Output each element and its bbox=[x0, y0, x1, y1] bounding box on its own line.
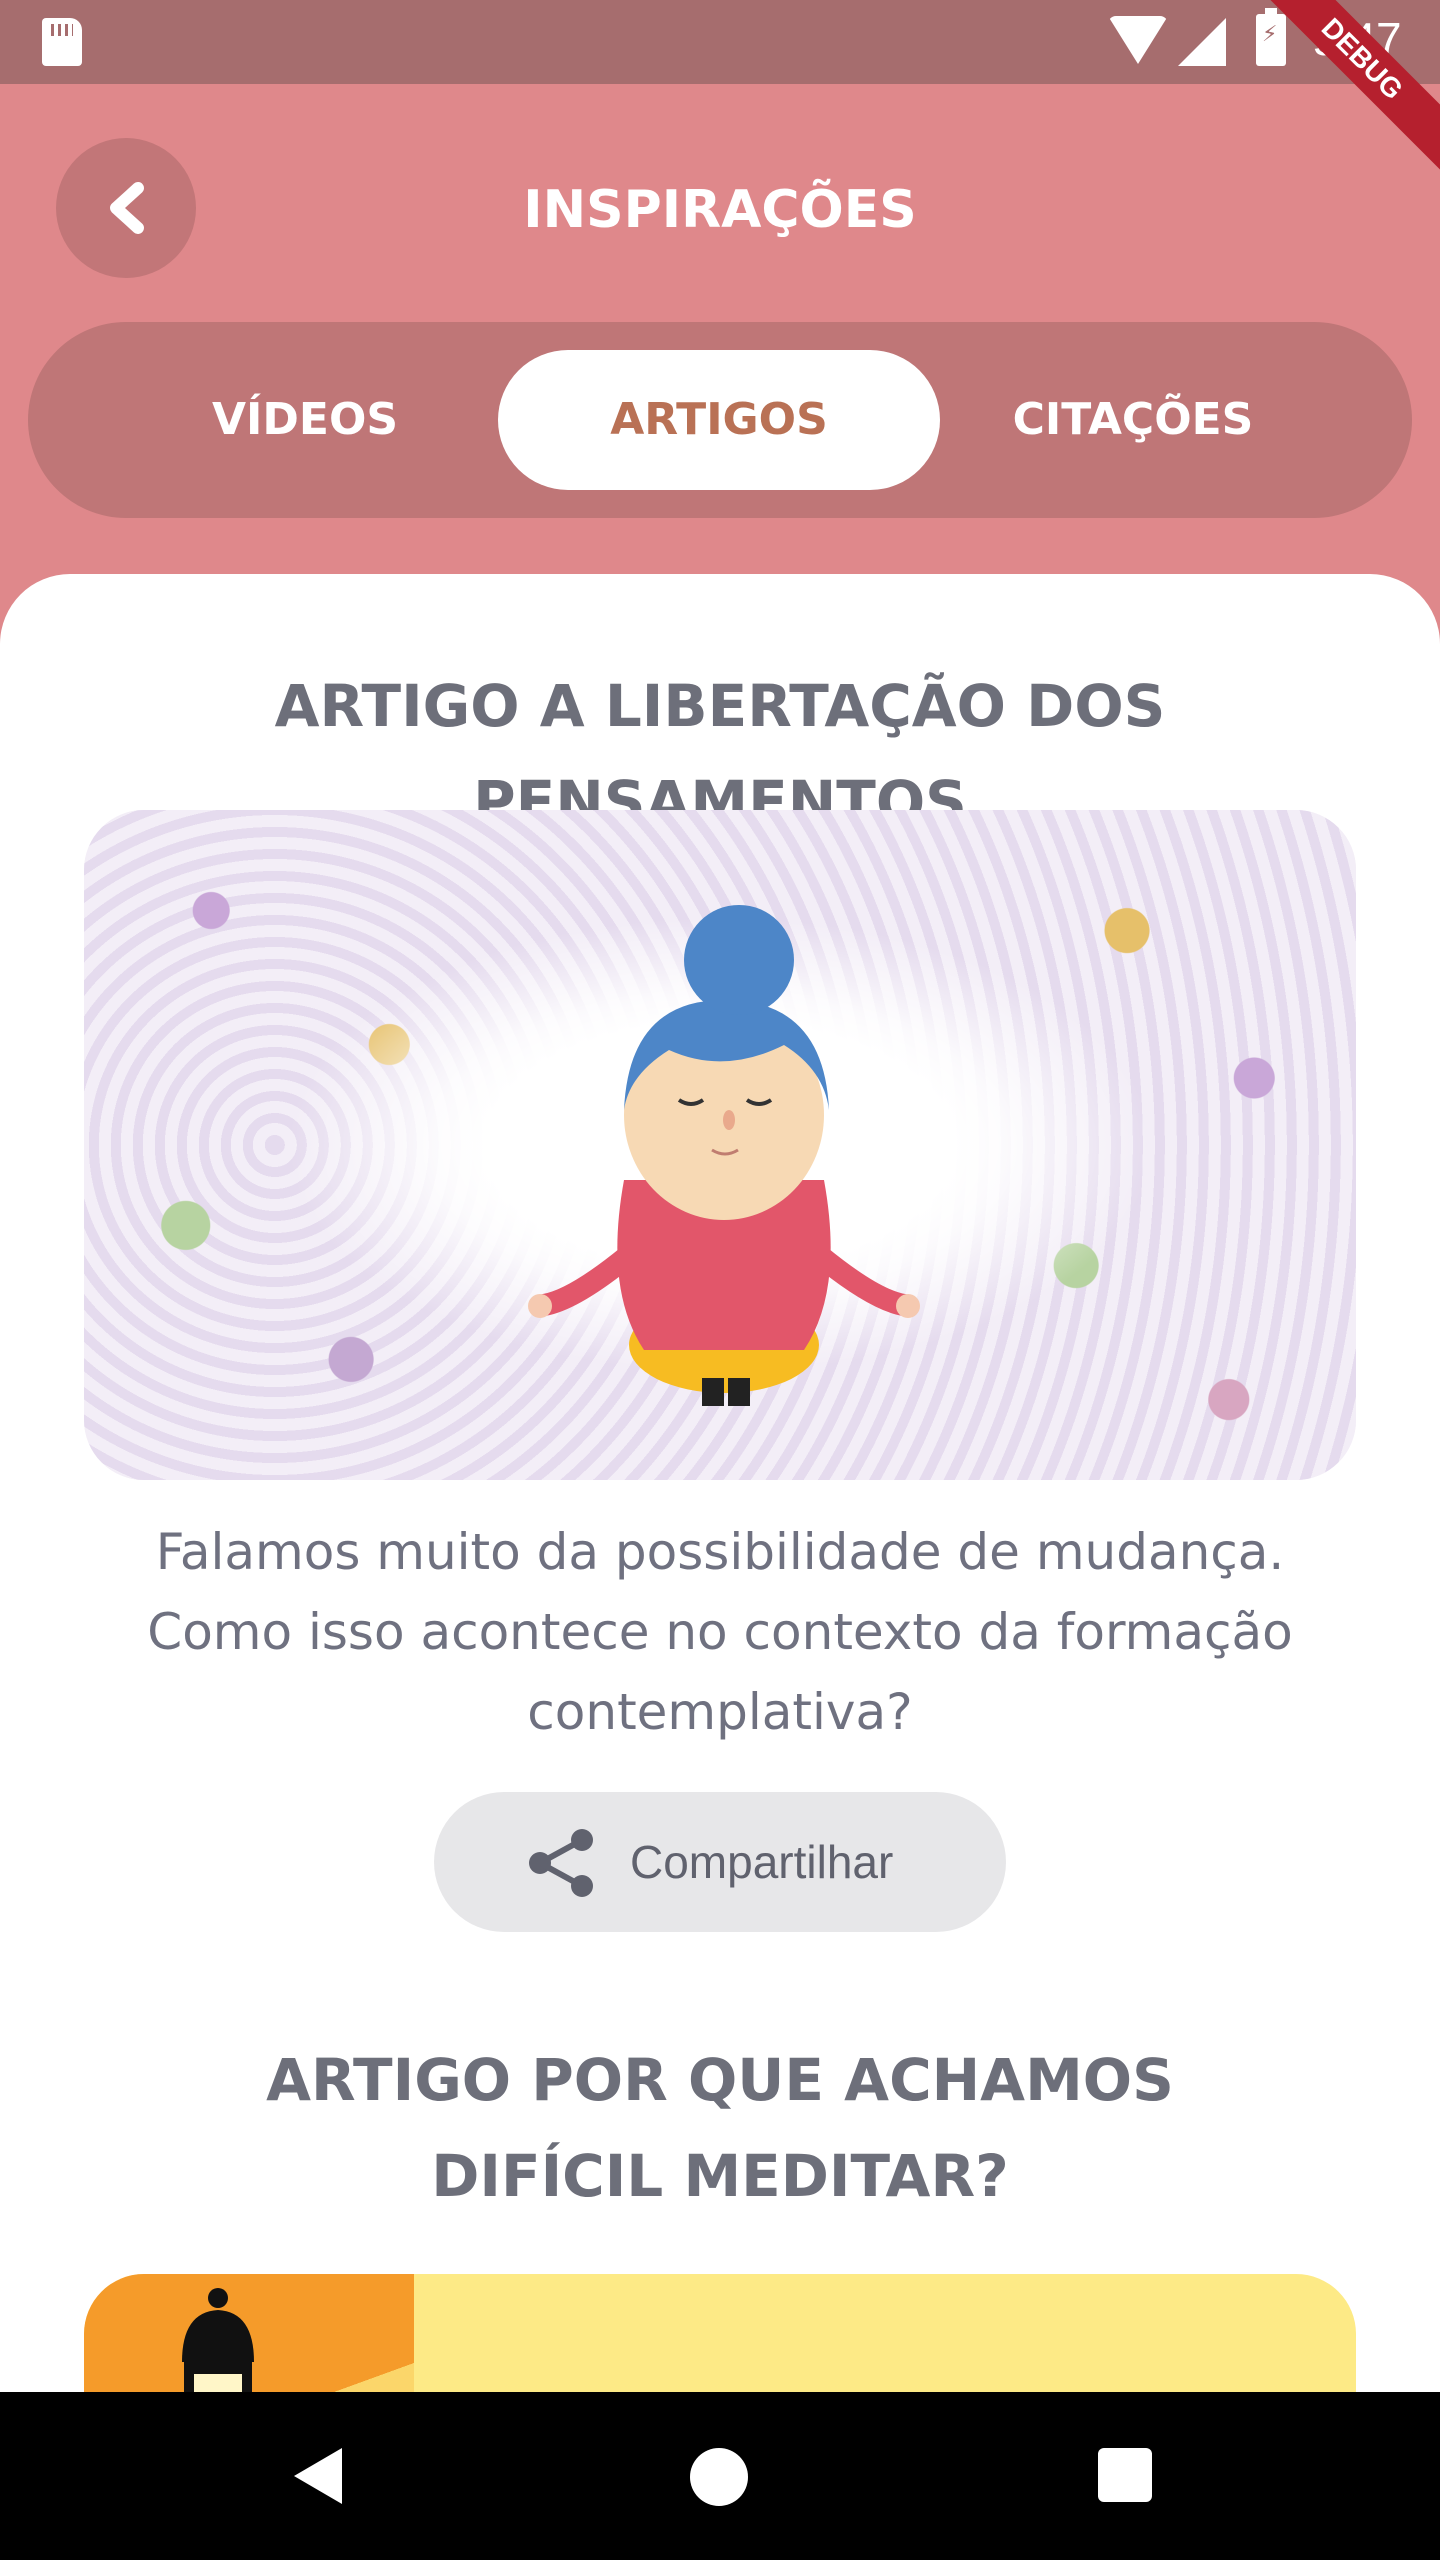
system-nav-bar bbox=[0, 2392, 1440, 2560]
lantern-icon bbox=[182, 2288, 254, 2394]
share-label: Compartilhar bbox=[630, 1836, 894, 1888]
status-bar: 9:47 bbox=[0, 0, 1440, 84]
tab-artigos[interactable]: ARTIGOS bbox=[498, 350, 940, 490]
back-triangle-icon[interactable] bbox=[290, 2444, 346, 2508]
sd-card-icon bbox=[42, 18, 82, 66]
share-button[interactable]: Compartilhar bbox=[434, 1792, 1006, 1932]
share-icon bbox=[529, 1829, 593, 1897]
tab-videos[interactable]: VÍDEOS bbox=[84, 350, 526, 490]
page-title: INSPIRAÇÕES bbox=[523, 180, 917, 240]
tab-bar: VÍDEOS ARTIGOS CITAÇÕES bbox=[28, 322, 1412, 518]
wifi-icon bbox=[1108, 16, 1168, 64]
article-description: Falamos muito da possibilidade de mudanç… bbox=[147, 1523, 1293, 1741]
battery-charging-icon bbox=[1256, 8, 1286, 66]
article-image-lantern[interactable] bbox=[84, 2274, 1356, 2394]
tab-citacoes[interactable]: CITAÇÕES bbox=[912, 350, 1354, 490]
signal-icon bbox=[1178, 18, 1226, 66]
article-title: ARTIGO POR QUE ACHAMOS DIFÍCIL MEDITAR? bbox=[266, 2046, 1174, 2210]
recents-square-icon[interactable] bbox=[1098, 2448, 1152, 2502]
meditating-woman-illustration bbox=[528, 905, 920, 1406]
articles-list[interactable]: ARTIGO A LIBERTAÇÃO DOS PENSAMENTOS Fala… bbox=[0, 574, 1440, 2394]
home-circle-icon[interactable] bbox=[690, 2448, 748, 2506]
article-image-meditation[interactable] bbox=[84, 810, 1356, 1480]
